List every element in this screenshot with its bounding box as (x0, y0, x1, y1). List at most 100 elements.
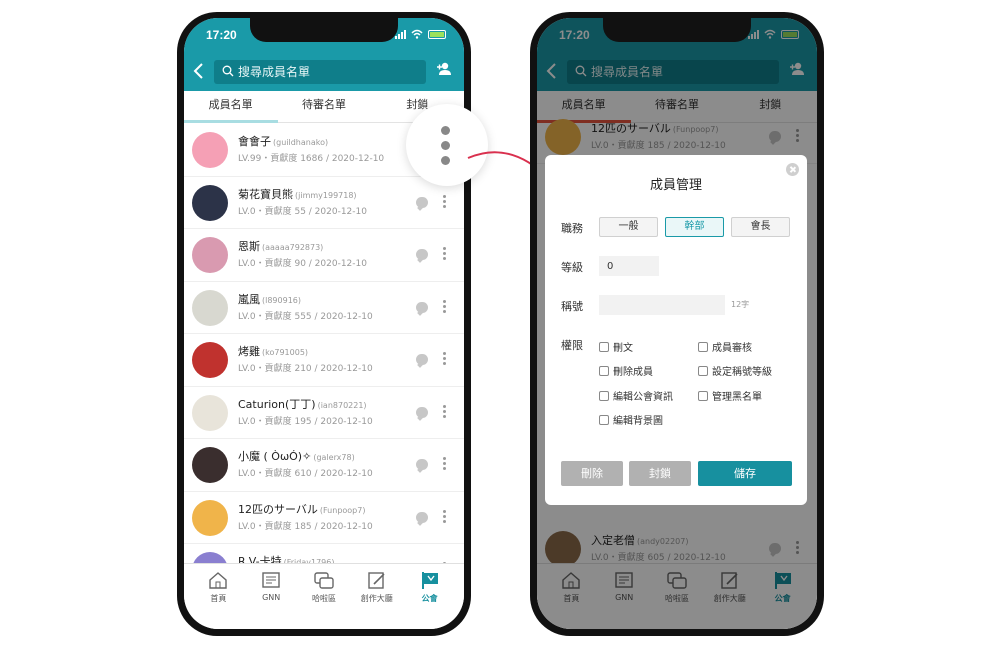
phone-member-management: 17:20 成員名單 待審名單 封鎖 (530, 12, 824, 636)
screen: 17:20 成員名單 待審名單 封鎖 會會子(guildhana (184, 18, 464, 629)
chat-icon[interactable] (416, 196, 428, 208)
perm-edit-background[interactable]: 編輯背景圖 (599, 412, 663, 427)
perm-edit-guild-info[interactable]: 編輯公會資訊 (599, 388, 673, 403)
nav-label: GNN (262, 593, 281, 602)
member-name: 烤雞 (ko791005) (238, 345, 309, 358)
list-item[interactable]: 嵐風 (l890916) LV.0・貢獻度 555 / 2020-12-10 (184, 282, 464, 334)
avatar (192, 237, 228, 273)
back-arrow-icon[interactable] (192, 63, 206, 79)
battery-icon (428, 29, 446, 39)
avatar (192, 184, 228, 221)
save-button[interactable]: 儲存 (698, 461, 792, 486)
level-label: 等級 (561, 261, 583, 274)
perm-set-title-level[interactable]: 設定稱號等級 (698, 363, 772, 378)
list-item[interactable]: 菊花寶貝熊 (jimmy199718) LV.0・貢獻度 55 / 2020-12-… (184, 177, 464, 229)
member-name: 嵐風 (l890916) (238, 292, 302, 306)
perm-remove-members[interactable]: 刪除成員 (599, 363, 653, 378)
member-name: Caturion(丁丁) (ian870221) (238, 397, 367, 411)
role-leader-button[interactable]: 會長 (731, 217, 790, 237)
nickname-label: 稱號 (561, 300, 583, 313)
nav-label: 首頁 (210, 594, 227, 603)
notch (250, 18, 398, 42)
status-time: 17:20 (206, 28, 237, 42)
member-name: 恩斯 (aaaaa792873) (238, 240, 324, 253)
checkbox[interactable] (698, 365, 708, 376)
more-options-icon[interactable] (443, 194, 446, 209)
chat-icon[interactable] (416, 511, 428, 523)
perm-delete-post[interactable]: 刪文 (599, 339, 633, 354)
bottom-nav: 首頁 GNN 哈啦區 創作大廳 公會 (184, 563, 464, 629)
member-info: LV.0・貢獻度 555 / 2020-12-10 (238, 311, 373, 322)
status-icons (395, 29, 446, 39)
perm-manage-blacklist[interactable]: 管理黑名單 (698, 388, 762, 403)
more-options-icon[interactable] (443, 457, 446, 471)
delete-button[interactable]: 刪除 (561, 461, 623, 486)
list-item[interactable]: 恩斯 (aaaaa792873) LV.0・貢獻度 90 / 2020-12-10 (184, 229, 464, 282)
nav-label: 創作大廳 (360, 594, 393, 603)
nav-item-4[interactable]: 公會 (403, 564, 456, 629)
list-item[interactable]: 烤雞 (ko791005) LV.0・貢獻度 210 / 2020-12-10 (184, 334, 464, 387)
checkbox[interactable] (698, 390, 708, 401)
role-officer-button[interactable]: 幹部 (665, 217, 724, 237)
checkbox[interactable] (698, 341, 708, 352)
member-name: 會會子 (guildhanako) (238, 135, 329, 148)
checkbox[interactable] (599, 414, 609, 425)
nav-item-1[interactable]: GNN (245, 564, 298, 629)
chat-icon[interactable] (416, 459, 428, 470)
chat-icon[interactable] (416, 301, 428, 313)
list-item[interactable]: 小魔 ( ÒωÓ)✧ (galerx78) LV.0・貢獻度 610 / 2020-… (184, 439, 464, 492)
member-name: 12匹のサーバル (Funpoop7) (238, 502, 366, 516)
more-options-icon[interactable] (443, 247, 446, 261)
list-item[interactable]: Caturion(丁丁) (ian870221) LV.0・貢獻度 195 / 20… (184, 387, 464, 439)
checkbox[interactable] (599, 365, 609, 376)
more-options-icon[interactable] (443, 299, 446, 314)
avatar (192, 394, 228, 431)
avatar (192, 289, 228, 326)
search-input[interactable] (238, 60, 418, 84)
member-info: LV.0・貢獻度 90 / 2020-12-10 (238, 259, 367, 269)
stage: 17:20 成員名單 待審名單 封鎖 會會子(guildhana (0, 0, 1000, 649)
ban-button[interactable]: 封鎖 (629, 461, 691, 486)
more-options-icon[interactable] (443, 509, 446, 524)
wifi-icon (411, 29, 423, 39)
avatar (192, 447, 228, 483)
chat-icon[interactable] (416, 249, 428, 260)
member-info: LV.0・貢獻度 610 / 2020-12-10 (238, 469, 373, 479)
avatar (192, 499, 228, 536)
nav-item-2[interactable]: 哈啦區 (298, 564, 351, 629)
tab-active-indicator (184, 120, 278, 123)
tab-members[interactable]: 成員名單 (184, 91, 278, 123)
checkbox[interactable] (599, 390, 609, 401)
member-info: LV.99・貢獻度 1686 / 2020-12-10 (238, 154, 385, 164)
chat-icon[interactable] (416, 406, 428, 418)
nav-item-0[interactable]: 首頁 (192, 564, 245, 629)
tab-pending[interactable]: 待審名單 (277, 91, 370, 122)
member-info: LV.0・貢獻度 195 / 2020-12-10 (238, 416, 373, 427)
permission-label: 權限 (561, 339, 583, 352)
phone-member-list: 17:20 成員名單 待審名單 封鎖 會會子(guildhana (177, 12, 471, 636)
more-options-icon[interactable] (443, 352, 446, 366)
more-options-icon[interactable] (443, 404, 446, 419)
home-icon (209, 572, 228, 589)
avatar (192, 132, 228, 168)
role-general-button[interactable]: 一般 (599, 217, 658, 237)
checkbox[interactable] (599, 341, 609, 352)
search-bar[interactable] (214, 60, 426, 84)
level-input[interactable] (599, 256, 659, 276)
notch (603, 18, 751, 42)
member-name: 小魔 ( ÒωÓ)✧ (galerx78) (238, 450, 355, 463)
nav-item-3[interactable]: 創作大廳 (350, 564, 403, 629)
dialog-title: 成員管理 (649, 178, 702, 193)
forum-icon (314, 572, 334, 589)
perm-review-members[interactable]: 成員審核 (698, 339, 752, 354)
member-info: LV.0・貢獻度 55 / 2020-12-10 (238, 206, 367, 217)
news-icon (262, 572, 280, 588)
add-member-icon[interactable] (436, 62, 454, 76)
chat-icon[interactable] (416, 354, 428, 365)
list-item[interactable]: 12匹のサーバル (Funpoop7) LV.0・貢獻度 185 / 2020-12… (184, 492, 464, 544)
guild-flag-icon (421, 572, 438, 589)
avatar (192, 342, 228, 378)
search-icon (222, 65, 234, 77)
nickname-input[interactable] (599, 295, 725, 315)
screen: 17:20 成員名單 待審名單 封鎖 (537, 18, 817, 629)
